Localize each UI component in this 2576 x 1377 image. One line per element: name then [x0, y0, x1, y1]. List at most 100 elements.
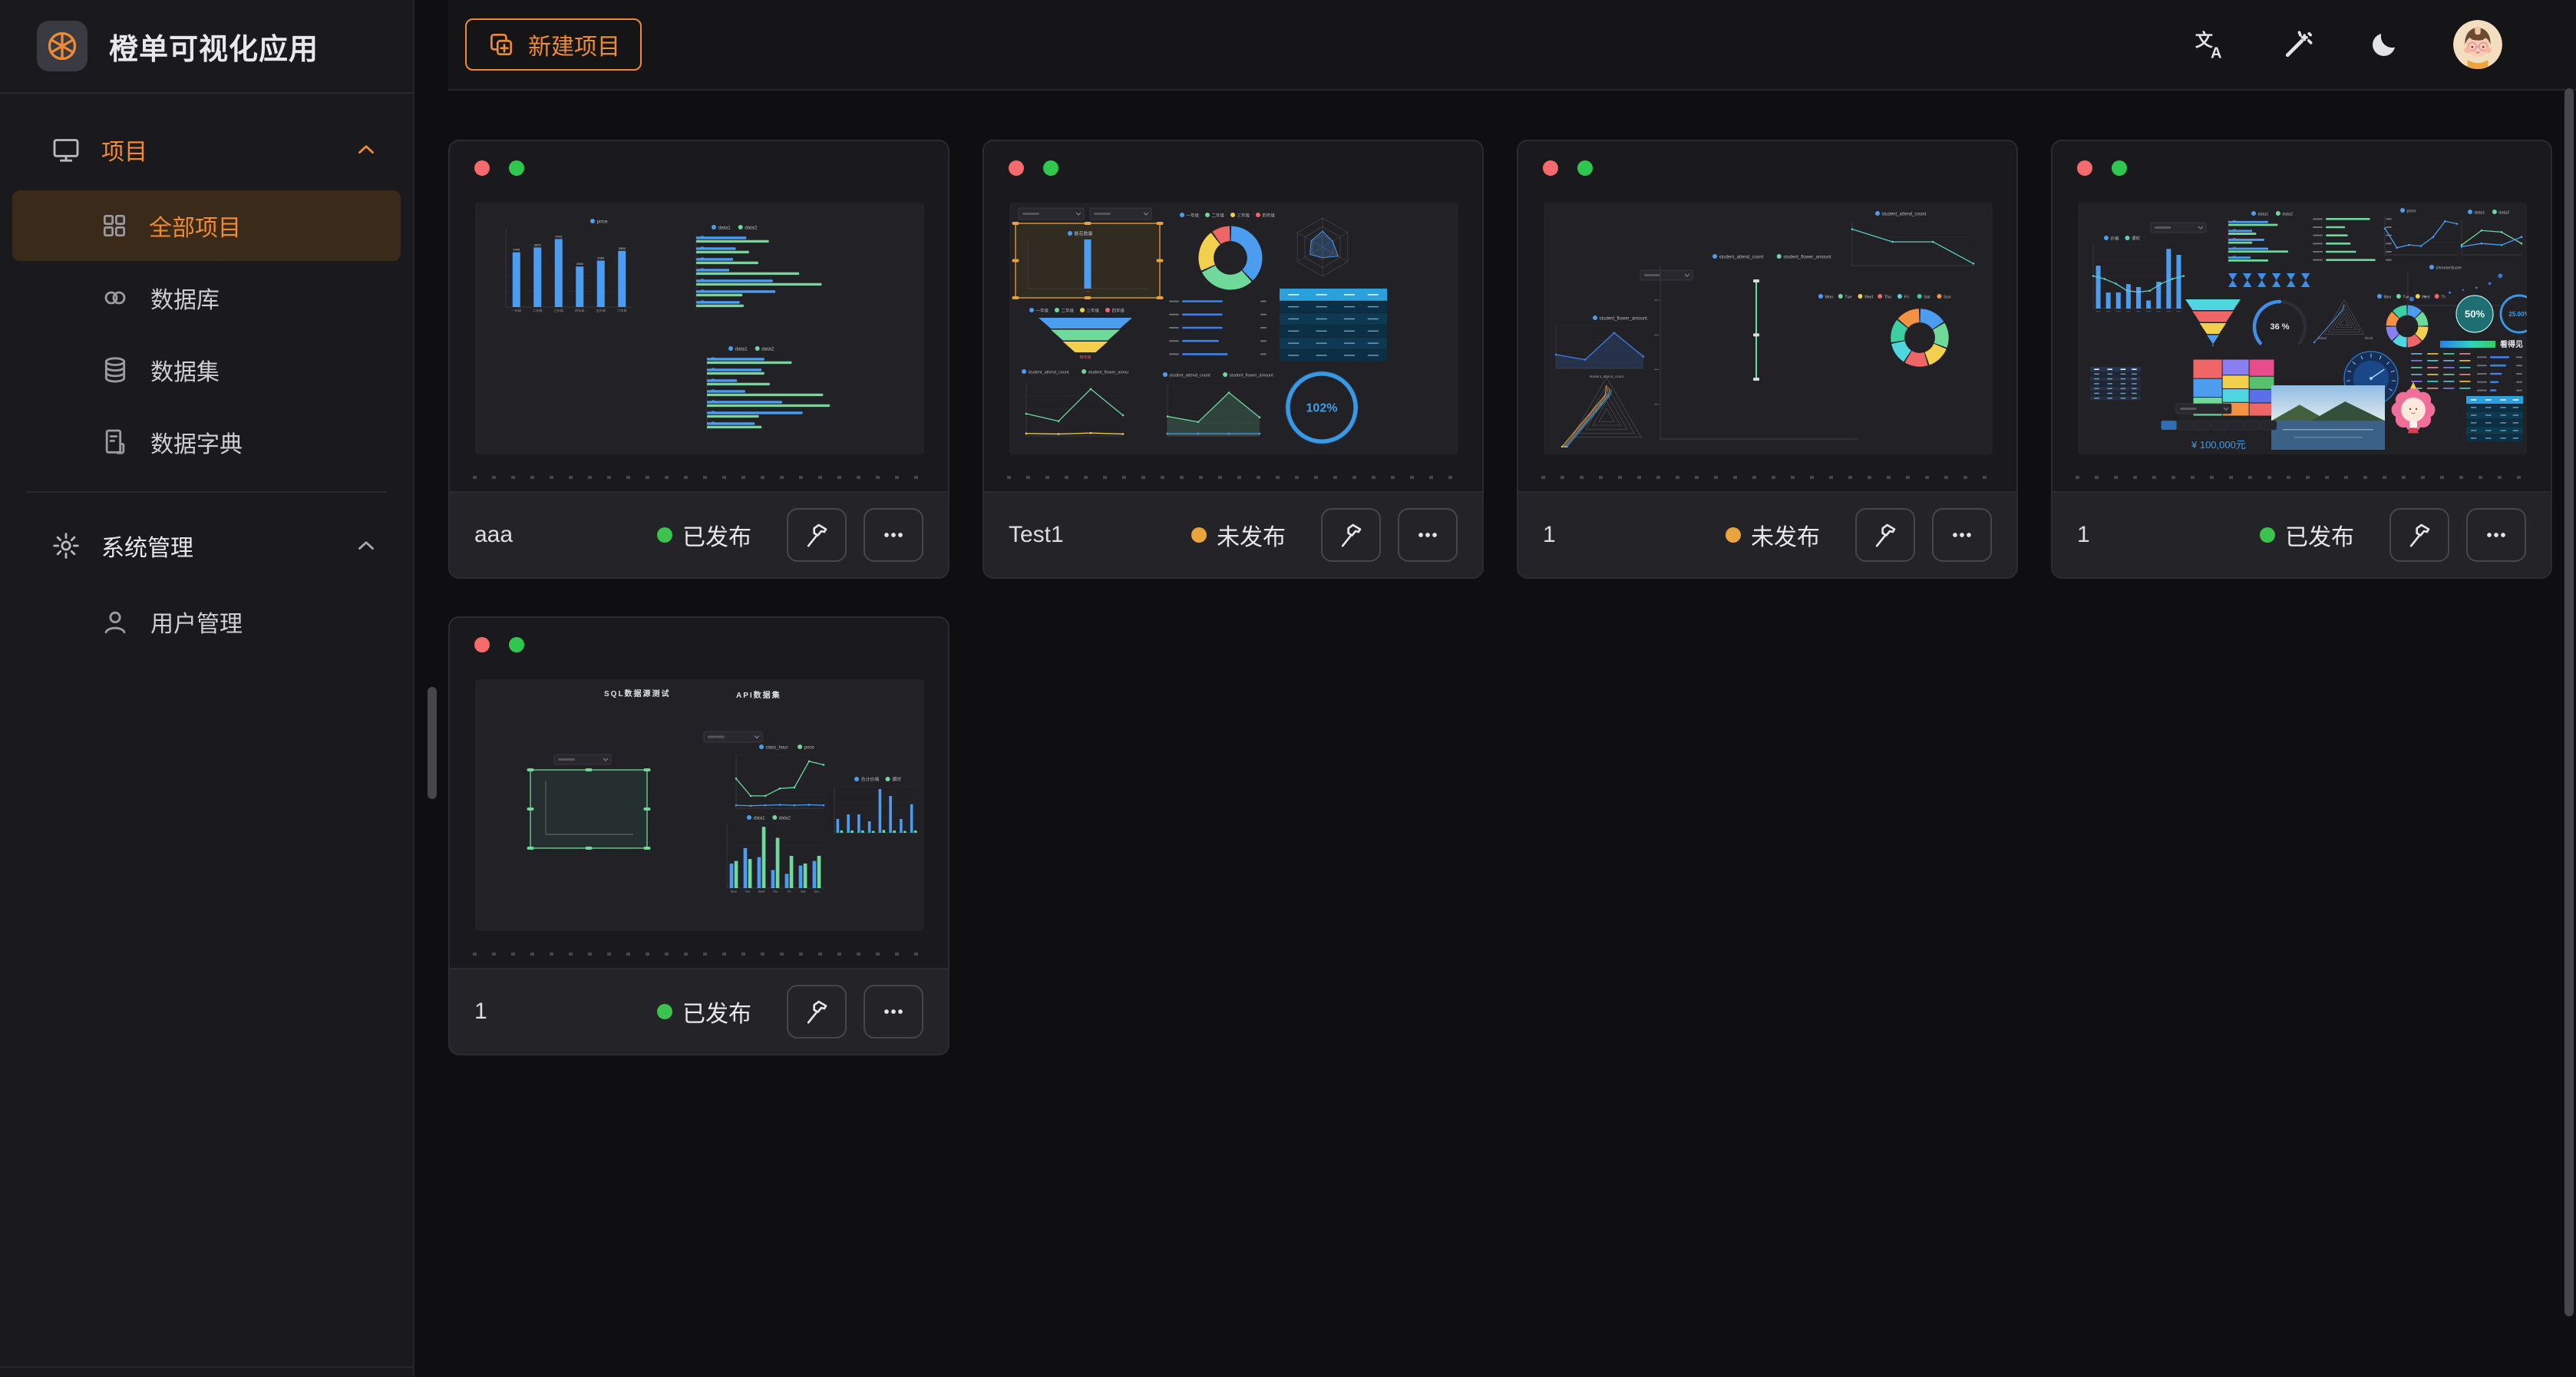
svg-text:data1: data1 — [2475, 210, 2485, 215]
card-thumbnail[interactable]: 价格课时data1data2pricedata1data2chineseScor… — [2078, 203, 2527, 454]
card-status: 已发布 — [657, 518, 751, 552]
database-icon — [100, 355, 130, 385]
sidebar-item-数据库[interactable]: 数据库 — [12, 263, 401, 333]
edit-project-button[interactable] — [1855, 508, 1915, 562]
sidebar-item-用户管理[interactable]: 用户管理 — [12, 586, 401, 657]
svg-text:block: block — [2365, 336, 2373, 340]
sidebar-item-label: 数据字典 — [150, 425, 243, 459]
mini-select — [1019, 208, 1084, 220]
svg-text:student_attend_count: student_attend_count — [1719, 255, 1764, 259]
thumbnail-canvas: SQL数据源测试API数据集class_hourpricedata1data2M… — [475, 679, 924, 931]
mini-legend: data1data2 — [712, 225, 758, 230]
edit-project-button[interactable] — [787, 985, 847, 1039]
dictionary-icon — [100, 427, 130, 457]
sidebar-item-全部项目[interactable]: 全部项目 — [12, 190, 401, 261]
edit-project-button[interactable] — [1321, 508, 1381, 562]
sidebar-section-项目[interactable]: 项目 — [0, 111, 413, 189]
svg-text:一年级: 一年级 — [1187, 212, 1200, 218]
card-name: Test1 — [1009, 522, 1064, 548]
sidebar-scrollbar[interactable] — [428, 687, 437, 799]
card-footer: 1 已发布 — [2053, 491, 2551, 577]
more-actions-button[interactable] — [1932, 508, 1992, 562]
mini-select — [554, 755, 611, 764]
grid-icon — [100, 211, 129, 240]
card-footer: Test1 未发布 — [984, 491, 1482, 577]
svg-text:四年级: 四年级 — [1263, 212, 1276, 218]
translate-icon[interactable]: 文A — [2192, 27, 2228, 62]
sidebar-section-系统管理[interactable]: 系统管理 — [0, 507, 413, 585]
svg-text:看得见: 看得见 — [2500, 339, 2523, 349]
section-label: 项目 — [101, 133, 147, 167]
card-name: 1 — [2077, 522, 2090, 548]
svg-text:2964: 2964 — [597, 256, 605, 260]
new-project-button[interactable]: 新建项目 — [465, 18, 642, 71]
svg-text:五年级: 五年级 — [596, 308, 606, 313]
card-thumbnail[interactable]: 散花数量一年级二年级三年级四年级四年级一年级二年级三年级四年级student_a… — [1009, 203, 1458, 454]
more-actions-button[interactable] — [864, 985, 923, 1039]
mini-ring: 50% — [2456, 296, 2493, 332]
card-status: 已发布 — [2260, 518, 2354, 552]
mini-gauge: 36 % — [2254, 302, 2305, 343]
mini-colorbar: 看得见 — [2440, 339, 2523, 349]
svg-text:data1: data1 — [718, 225, 732, 230]
sidebar-item-label: 全部项目 — [149, 209, 241, 243]
svg-text:data2: data2 — [779, 816, 791, 821]
mini-txt: SQL数据源测试 — [604, 688, 671, 698]
mini-legend: student_flower_amount — [1593, 315, 1647, 321]
svg-text:Wed: Wed — [758, 890, 765, 893]
mini-bars — [2093, 244, 2184, 312]
card-thumbnail[interactable]: SQL数据源测试API数据集class_hourpricedata1data2M… — [475, 679, 924, 931]
more-actions-button[interactable] — [864, 508, 923, 562]
thumbnail-canvas: price3495一年级3805二年级4343三年级2588四年级2964五年级… — [475, 203, 924, 454]
svg-text:二年级: 二年级 — [1062, 307, 1075, 313]
sidebar-item-数据字典[interactable]: 数据字典 — [12, 407, 401, 477]
edit-project-button[interactable] — [787, 508, 847, 562]
svg-text:三年级: 三年级 — [553, 308, 563, 313]
mini-legend: price — [2400, 208, 2416, 213]
main-area: 新建项目 文A price3495一年级3805二年级4343三年级2588四年… — [448, 0, 2576, 1377]
svg-text:data1: data1 — [735, 346, 748, 352]
card-thumbnail[interactable]: student_attend_count student_attend_count… — [1544, 203, 1993, 454]
thumbnail-canvas: 散花数量一年级二年级三年级四年级四年级一年级二年级三年级四年级student_a… — [1009, 203, 1458, 454]
chevron-up-icon[interactable] — [353, 137, 379, 163]
card-status: 未发布 — [1191, 518, 1286, 552]
mini-txt: API数据集 — [736, 690, 781, 700]
card-thumbnail[interactable]: price3495一年级3805二年级4343三年级2588四年级2964五年级… — [475, 203, 924, 454]
chevron-up-icon[interactable] — [353, 533, 379, 559]
mini-ring: 102% — [1286, 371, 1358, 444]
mini-funnel: 四年级 — [1039, 318, 1132, 360]
magic-wand-icon[interactable] — [2281, 28, 2315, 61]
user-avatar[interactable] — [2453, 20, 2502, 69]
svg-text:三年级: 三年级 — [1087, 307, 1100, 313]
svg-text:合计价格: 合计价格 — [861, 776, 880, 782]
sidebar-item-label: 用户管理 — [150, 605, 243, 639]
card-footer: 1 已发布 — [450, 968, 948, 1054]
header-icons: 文A — [2192, 20, 2502, 69]
card-dash-separator — [1541, 476, 1993, 479]
project-card: price3495一年级3805二年级4343三年级2588四年级2964五年级… — [448, 140, 949, 579]
orange-logo-icon — [37, 21, 88, 71]
mini-donut — [1206, 233, 1254, 282]
main-scrollbar[interactable] — [2564, 88, 2574, 1316]
more-actions-button[interactable] — [2466, 508, 2526, 562]
thumbnail-canvas: 价格课时data1data2pricedata1data2chineseScor… — [2078, 203, 2527, 454]
link-icon — [100, 282, 130, 313]
svg-text:3495: 3495 — [513, 248, 520, 252]
mini-funnel — [2185, 299, 2241, 346]
svg-text:Wed: Wed — [2422, 295, 2429, 299]
mini-table — [2090, 367, 2141, 401]
gear-icon — [51, 530, 81, 561]
edit-project-button[interactable] — [2389, 508, 2449, 562]
more-actions-button[interactable] — [1398, 508, 1458, 562]
mini-vline — [1753, 279, 1759, 381]
mini-line — [1025, 382, 1125, 436]
mini-table — [2466, 396, 2523, 442]
sidebar-item-label: 数据库 — [150, 281, 220, 315]
mini-legend: chineseScore — [2429, 265, 2462, 270]
sidebar-item-数据集[interactable]: 数据集 — [12, 335, 401, 405]
mini-tri: student_attend_count — [1561, 375, 1641, 447]
svg-text:二年级: 二年级 — [533, 308, 543, 313]
moon-icon[interactable] — [2369, 29, 2399, 60]
svg-text:三年级: 三年级 — [1237, 212, 1250, 218]
mini-select — [1640, 270, 1693, 280]
